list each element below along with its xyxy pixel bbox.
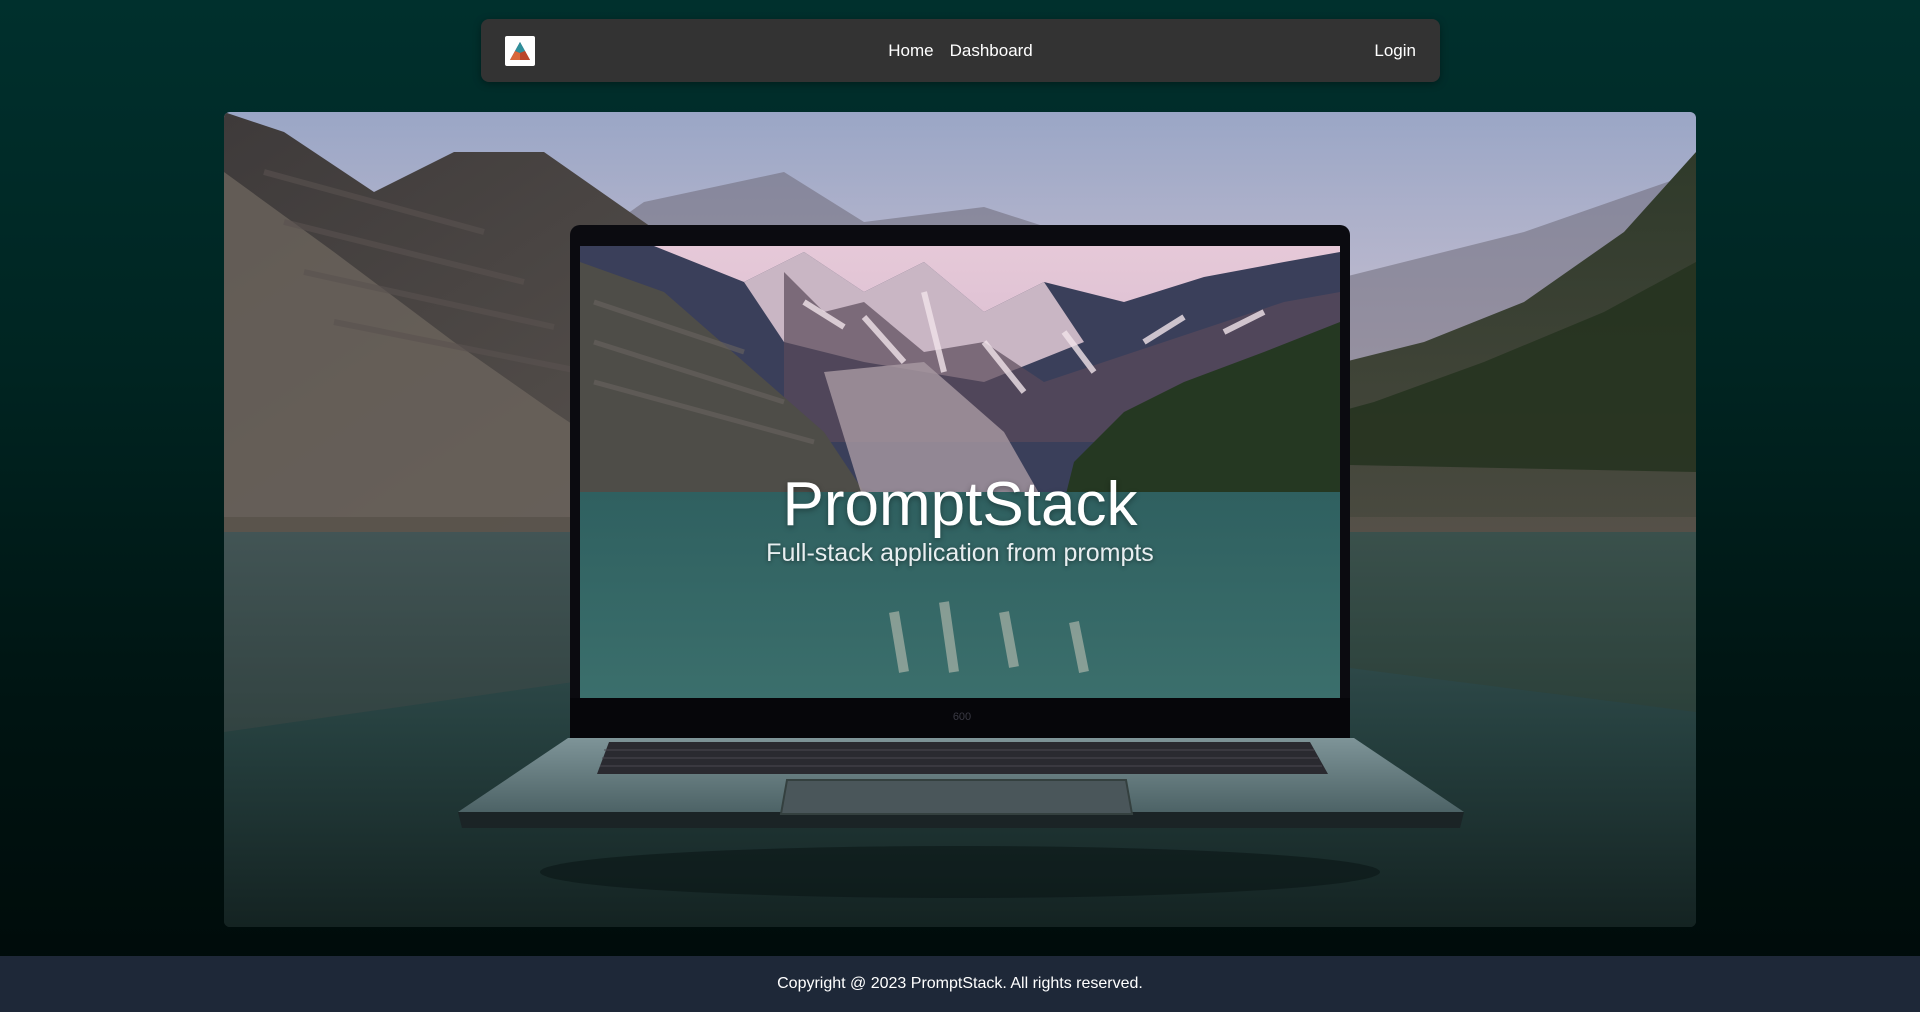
- svg-text:600: 600: [953, 711, 971, 723]
- hero-text: PromptStack Full-stack application from …: [224, 470, 1696, 568]
- logo[interactable]: [505, 36, 535, 66]
- nav-links: Home Dashboard: [481, 19, 1440, 82]
- hero-banner: 600 PromptStack Full-stack application f…: [224, 112, 1696, 927]
- nav-dashboard-link[interactable]: Dashboard: [950, 41, 1033, 61]
- hero-subtitle: Full-stack application from prompts: [766, 539, 1154, 567]
- nav-home-link[interactable]: Home: [888, 41, 933, 61]
- footer-copyright: Copyright @ 2023 PromptStack. All rights…: [777, 975, 1143, 992]
- footer: Copyright @ 2023 PromptStack. All rights…: [0, 956, 1920, 1012]
- login-link[interactable]: Login: [1374, 19, 1416, 82]
- hero-title: PromptStack: [782, 470, 1138, 539]
- top-navbar: Home Dashboard Login: [481, 19, 1440, 82]
- mountain-logo-icon: [510, 42, 530, 60]
